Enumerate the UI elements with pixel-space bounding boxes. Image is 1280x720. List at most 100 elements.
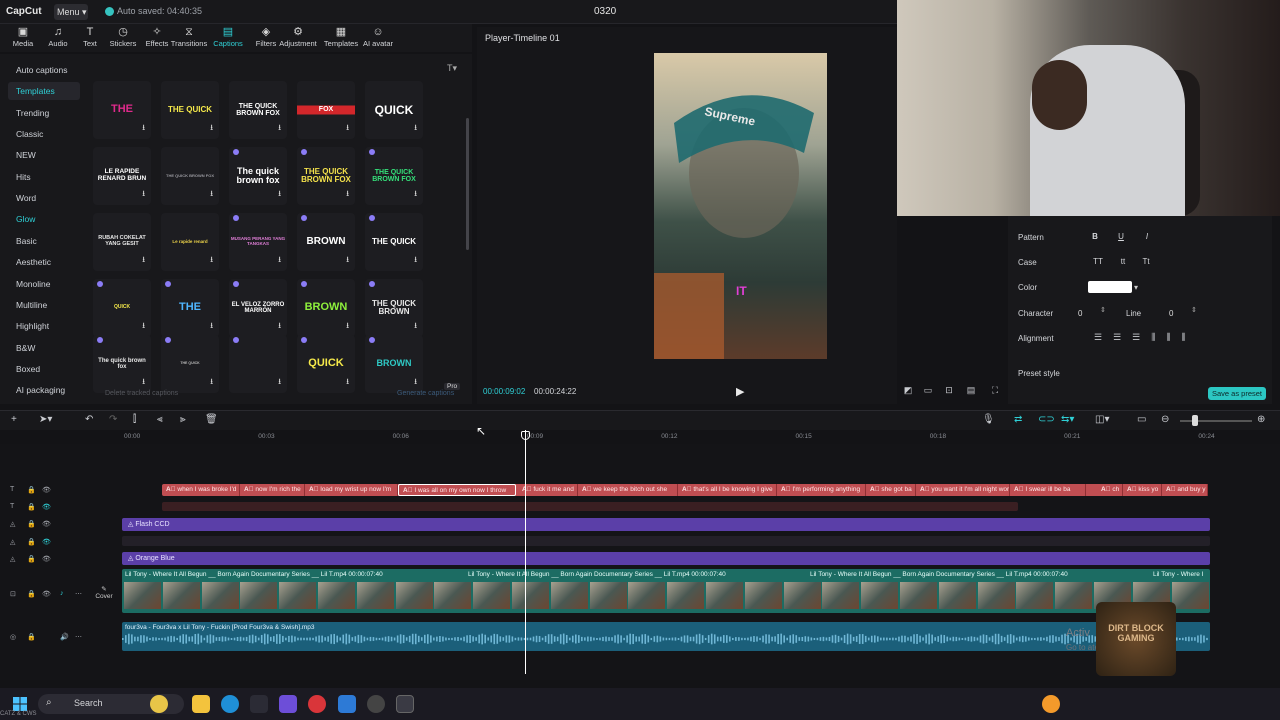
- case-title-button[interactable]: Tt: [1138, 255, 1154, 269]
- toolbar-stickers[interactable]: ◷ Stickers: [104, 26, 142, 48]
- caption-template-tile[interactable]: THE QUICK BROWN FOX ⭳: [297, 147, 355, 205]
- eye-icon[interactable]: 👁: [42, 486, 51, 494]
- zoom-out-icon[interactable]: ⊖: [1161, 414, 1169, 425]
- stepper-icon[interactable]: ⇕: [1191, 306, 1197, 314]
- category-highlight[interactable]: Highlight: [8, 317, 80, 335]
- captions-track-icon[interactable]: ▭: [1137, 414, 1146, 425]
- download-icon[interactable]: ⭳: [414, 122, 417, 136]
- caption-template-tile[interactable]: QUICK ⭳: [93, 279, 151, 337]
- caption-template-tile[interactable]: THE ⭳: [161, 279, 219, 337]
- obs-icon[interactable]: [367, 695, 385, 713]
- toolbar-transitions[interactable]: ⧖ Transitions: [170, 26, 208, 48]
- category-monoline[interactable]: Monoline: [8, 275, 80, 293]
- playhead[interactable]: [525, 430, 526, 674]
- select-tool-icon[interactable]: ➤▾: [39, 414, 52, 425]
- split-left-icon[interactable]: ⫷: [157, 414, 163, 425]
- caption-clip[interactable]: A⃞ I was all on my own now I throw: [398, 484, 516, 496]
- caption-clip[interactable]: A⃞ I'm performing anything: [777, 484, 866, 496]
- caption-template-tile[interactable]: BROWN ⭳: [297, 213, 355, 271]
- download-icon[interactable]: ⭳: [278, 254, 281, 268]
- caption-clip[interactable]: A⃞ I swear ill be ba: [1010, 484, 1086, 496]
- category-trending[interactable]: Trending: [8, 104, 80, 122]
- link-icon[interactable]: ⇄: [1014, 414, 1022, 425]
- video-preview[interactable]: Supreme: [654, 53, 827, 359]
- toolbar-templates[interactable]: ▦ Templates: [322, 26, 360, 48]
- quality-icon[interactable]: ▤: [965, 385, 977, 397]
- capcut-taskbar-icon[interactable]: [396, 695, 414, 713]
- audio-icon[interactable]: ♪: [60, 590, 64, 597]
- edge-icon[interactable]: [221, 695, 239, 713]
- toolbar-captions[interactable]: ▤ Captions: [209, 26, 247, 48]
- chrome-icon[interactable]: [308, 695, 326, 713]
- download-icon[interactable]: ⭳: [414, 188, 417, 202]
- eye-icon[interactable]: 👁: [42, 590, 51, 598]
- lock-icon[interactable]: 🔒: [27, 633, 36, 641]
- download-icon[interactable]: ⭳: [346, 376, 349, 390]
- caption-template-tile[interactable]: QUICK ⭳: [365, 81, 423, 139]
- caption-clip[interactable]: A⃞ that's all I be knowing I give: [678, 484, 777, 496]
- download-icon[interactable]: ⭳: [142, 254, 145, 268]
- eye-icon[interactable]: 👁: [42, 503, 51, 511]
- fullscreen-icon[interactable]: ⛶: [989, 385, 1001, 397]
- cover-button[interactable]: ✎ Cover: [93, 585, 115, 605]
- download-icon[interactable]: ⭳: [278, 376, 281, 390]
- category-new[interactable]: NEW: [8, 146, 80, 164]
- download-icon[interactable]: ⭳: [414, 376, 417, 390]
- category-hits[interactable]: Hits: [8, 168, 80, 186]
- download-icon[interactable]: ⭳: [210, 188, 213, 202]
- caption-clip[interactable]: A⃞ kiss yo: [1123, 484, 1162, 496]
- category-classic[interactable]: Classic: [8, 125, 80, 143]
- caption-template-tile[interactable]: The quick brown fox ⭳: [93, 335, 151, 393]
- caption-template-tile[interactable]: LE RAPIDE RENARD BRUN ⭳: [93, 147, 151, 205]
- generate-captions-button[interactable]: Generate captions: [397, 390, 454, 397]
- download-icon[interactable]: ⭳: [210, 320, 213, 334]
- more-icon[interactable]: ⋯: [75, 633, 82, 641]
- delete-captions-button[interactable]: Delete tracked captions: [105, 390, 178, 397]
- case-lower-button[interactable]: tt: [1115, 255, 1131, 269]
- photos-icon[interactable]: [250, 695, 268, 713]
- zoom-in-icon[interactable]: ⊕: [1257, 414, 1265, 425]
- download-icon[interactable]: ⭳: [210, 376, 213, 390]
- category-glow[interactable]: Glow: [8, 210, 80, 228]
- caption-template-tile[interactable]: BROWN ⭳: [297, 279, 355, 337]
- color-picker[interactable]: [1088, 281, 1132, 293]
- line-spacing-input[interactable]: 0: [1169, 309, 1173, 318]
- caption-clip[interactable]: A⃞ when I was broke I'd: [162, 484, 240, 496]
- category-boxed[interactable]: Boxed: [8, 360, 80, 378]
- bold-button[interactable]: B: [1087, 230, 1103, 244]
- lock-icon[interactable]: 🔒: [27, 538, 36, 546]
- caption-clip[interactable]: A⃞ you want it I'm all night wor: [916, 484, 1010, 496]
- category-b-w[interactable]: B&W: [8, 339, 80, 357]
- download-icon[interactable]: ⭳: [346, 122, 349, 136]
- caption-template-tile[interactable]: ⭳: [229, 335, 287, 393]
- category-templates[interactable]: Templates: [8, 82, 80, 101]
- category-aesthetic[interactable]: Aesthetic: [8, 253, 80, 271]
- caption-template-tile[interactable]: THE QUICK BROWN FOX ⭳: [229, 81, 287, 139]
- lock-icon[interactable]: 🔒: [27, 503, 36, 511]
- zoom-slider-handle[interactable]: [1192, 415, 1198, 426]
- caption-template-tile[interactable]: QUICK ⭳: [297, 335, 355, 393]
- project-title[interactable]: 0320: [594, 6, 616, 17]
- italic-button[interactable]: I: [1139, 230, 1155, 244]
- caption-clip[interactable]: A⃞ load my wrist up now I'm: [305, 484, 398, 496]
- caption-template-tile[interactable]: THE QUICK ⭳: [161, 81, 219, 139]
- toolbar-adjustment[interactable]: ⚙ Adjustment: [279, 26, 317, 48]
- download-icon[interactable]: ⭳: [142, 376, 145, 390]
- photo-editor-icon[interactable]: [338, 695, 356, 713]
- download-icon[interactable]: ⭳: [414, 254, 417, 268]
- download-icon[interactable]: ⭳: [346, 320, 349, 334]
- download-icon[interactable]: ⭳: [142, 188, 145, 202]
- microphone-icon[interactable]: 🎙: [982, 414, 995, 425]
- split-icon[interactable]: ⫿: [133, 414, 136, 425]
- lock-icon[interactable]: 🔒: [27, 520, 36, 528]
- case-upper-button[interactable]: TT: [1090, 255, 1106, 269]
- play-icon[interactable]: ▶: [736, 385, 744, 398]
- eye-icon[interactable]: 👁: [42, 555, 51, 563]
- caption-template-tile[interactable]: THE ⭳: [93, 81, 151, 139]
- caption-template-tile[interactable]: THE QUICK ⭳: [365, 213, 423, 271]
- delete-icon[interactable]: 🗑: [205, 414, 218, 425]
- caption-template-tile[interactable]: MUSANG PERANG YANG TANGKAS ⭳: [229, 213, 287, 271]
- download-icon[interactable]: ⭳: [142, 122, 145, 136]
- caption-template-tile[interactable]: BROWN ⭳: [365, 335, 423, 393]
- app-grid-icon[interactable]: [279, 695, 297, 713]
